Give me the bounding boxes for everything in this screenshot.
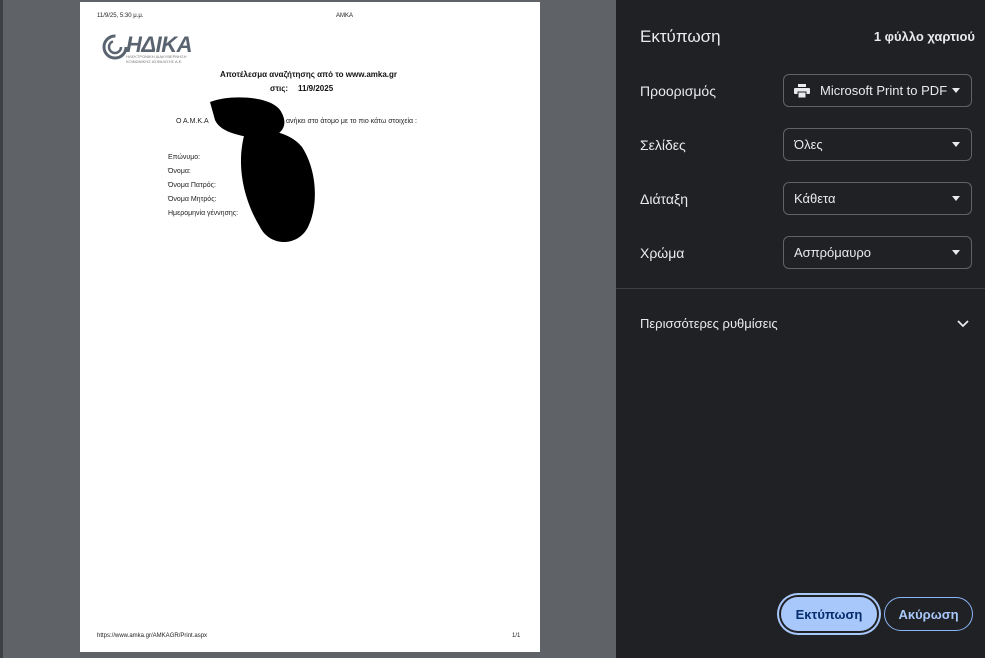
chevron-down-icon — [952, 142, 960, 147]
layout-label: Διάταξη — [640, 191, 689, 207]
pages-label: Σελίδες — [640, 137, 686, 153]
redaction-scribble — [210, 97, 315, 242]
print-settings-panel: Εκτύπωση 1 φύλλο χαρτιού Προορισμός Micr… — [616, 0, 985, 658]
color-select[interactable]: Ασπρόμαυρο — [783, 236, 972, 269]
destination-select[interactable]: Microsoft Print to PDF — [783, 74, 972, 107]
more-settings-label: Περισσότερες ρυθμίσεις — [640, 316, 778, 331]
settings-title: Εκτύπωση — [640, 27, 721, 46]
cancel-button[interactable]: Ακύρωση — [884, 597, 973, 631]
chevron-down-icon — [952, 88, 960, 93]
color-label: Χρώμα — [640, 245, 685, 261]
print-button[interactable]: Εκτύπωση — [781, 597, 877, 631]
chevron-down-icon — [957, 320, 969, 328]
more-settings-toggle[interactable]: Περισσότερες ρυθμίσεις — [616, 305, 985, 343]
settings-divider — [616, 288, 985, 289]
destination-value: Microsoft Print to PDF — [820, 83, 948, 98]
layout-select[interactable]: Κάθετα — [783, 182, 972, 215]
page-footer-number: 1/1 — [512, 633, 521, 639]
print-preview-area: 11/9/25, 5:30 μ.μ. AMKA ΗΔΙΚΑ ΗΛΕΚΤΡΟΝΙΚ… — [0, 0, 616, 658]
pages-select[interactable]: Όλες — [783, 128, 972, 161]
preview-page: 11/9/25, 5:30 μ.μ. AMKA ΗΔΙΚΑ ΗΛΕΚΤΡΟΝΙΚ… — [80, 2, 540, 652]
page-footer-url: https://www.amka.gr/AMKAGR/Print.aspx — [97, 633, 208, 639]
chevron-down-icon — [952, 196, 960, 201]
chevron-down-icon — [952, 250, 960, 255]
preview-left-edge — [0, 0, 3, 658]
color-value: Ασπρόμαυρο — [794, 245, 872, 260]
pages-value: Όλες — [794, 137, 823, 152]
layout-value: Κάθετα — [794, 191, 836, 206]
sheet-count: 1 φύλλο χαρτιού — [873, 29, 975, 44]
printer-icon — [794, 83, 810, 98]
destination-label: Προορισμός — [640, 83, 716, 99]
